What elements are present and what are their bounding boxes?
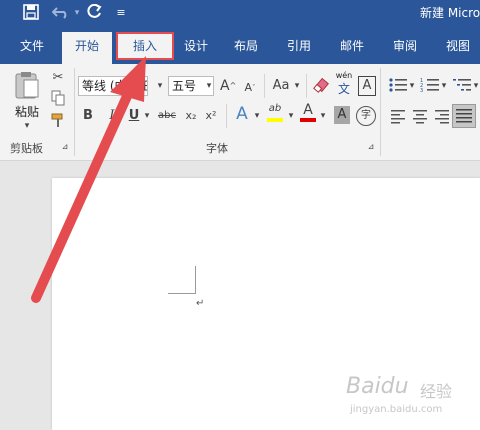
red-arrow-annotation [31,56,146,303]
watermark-brand-cn: 经验 [420,382,453,401]
watermark-url: jingyan.baidu.com [350,404,443,415]
watermark-brand: Baidu [346,374,409,399]
